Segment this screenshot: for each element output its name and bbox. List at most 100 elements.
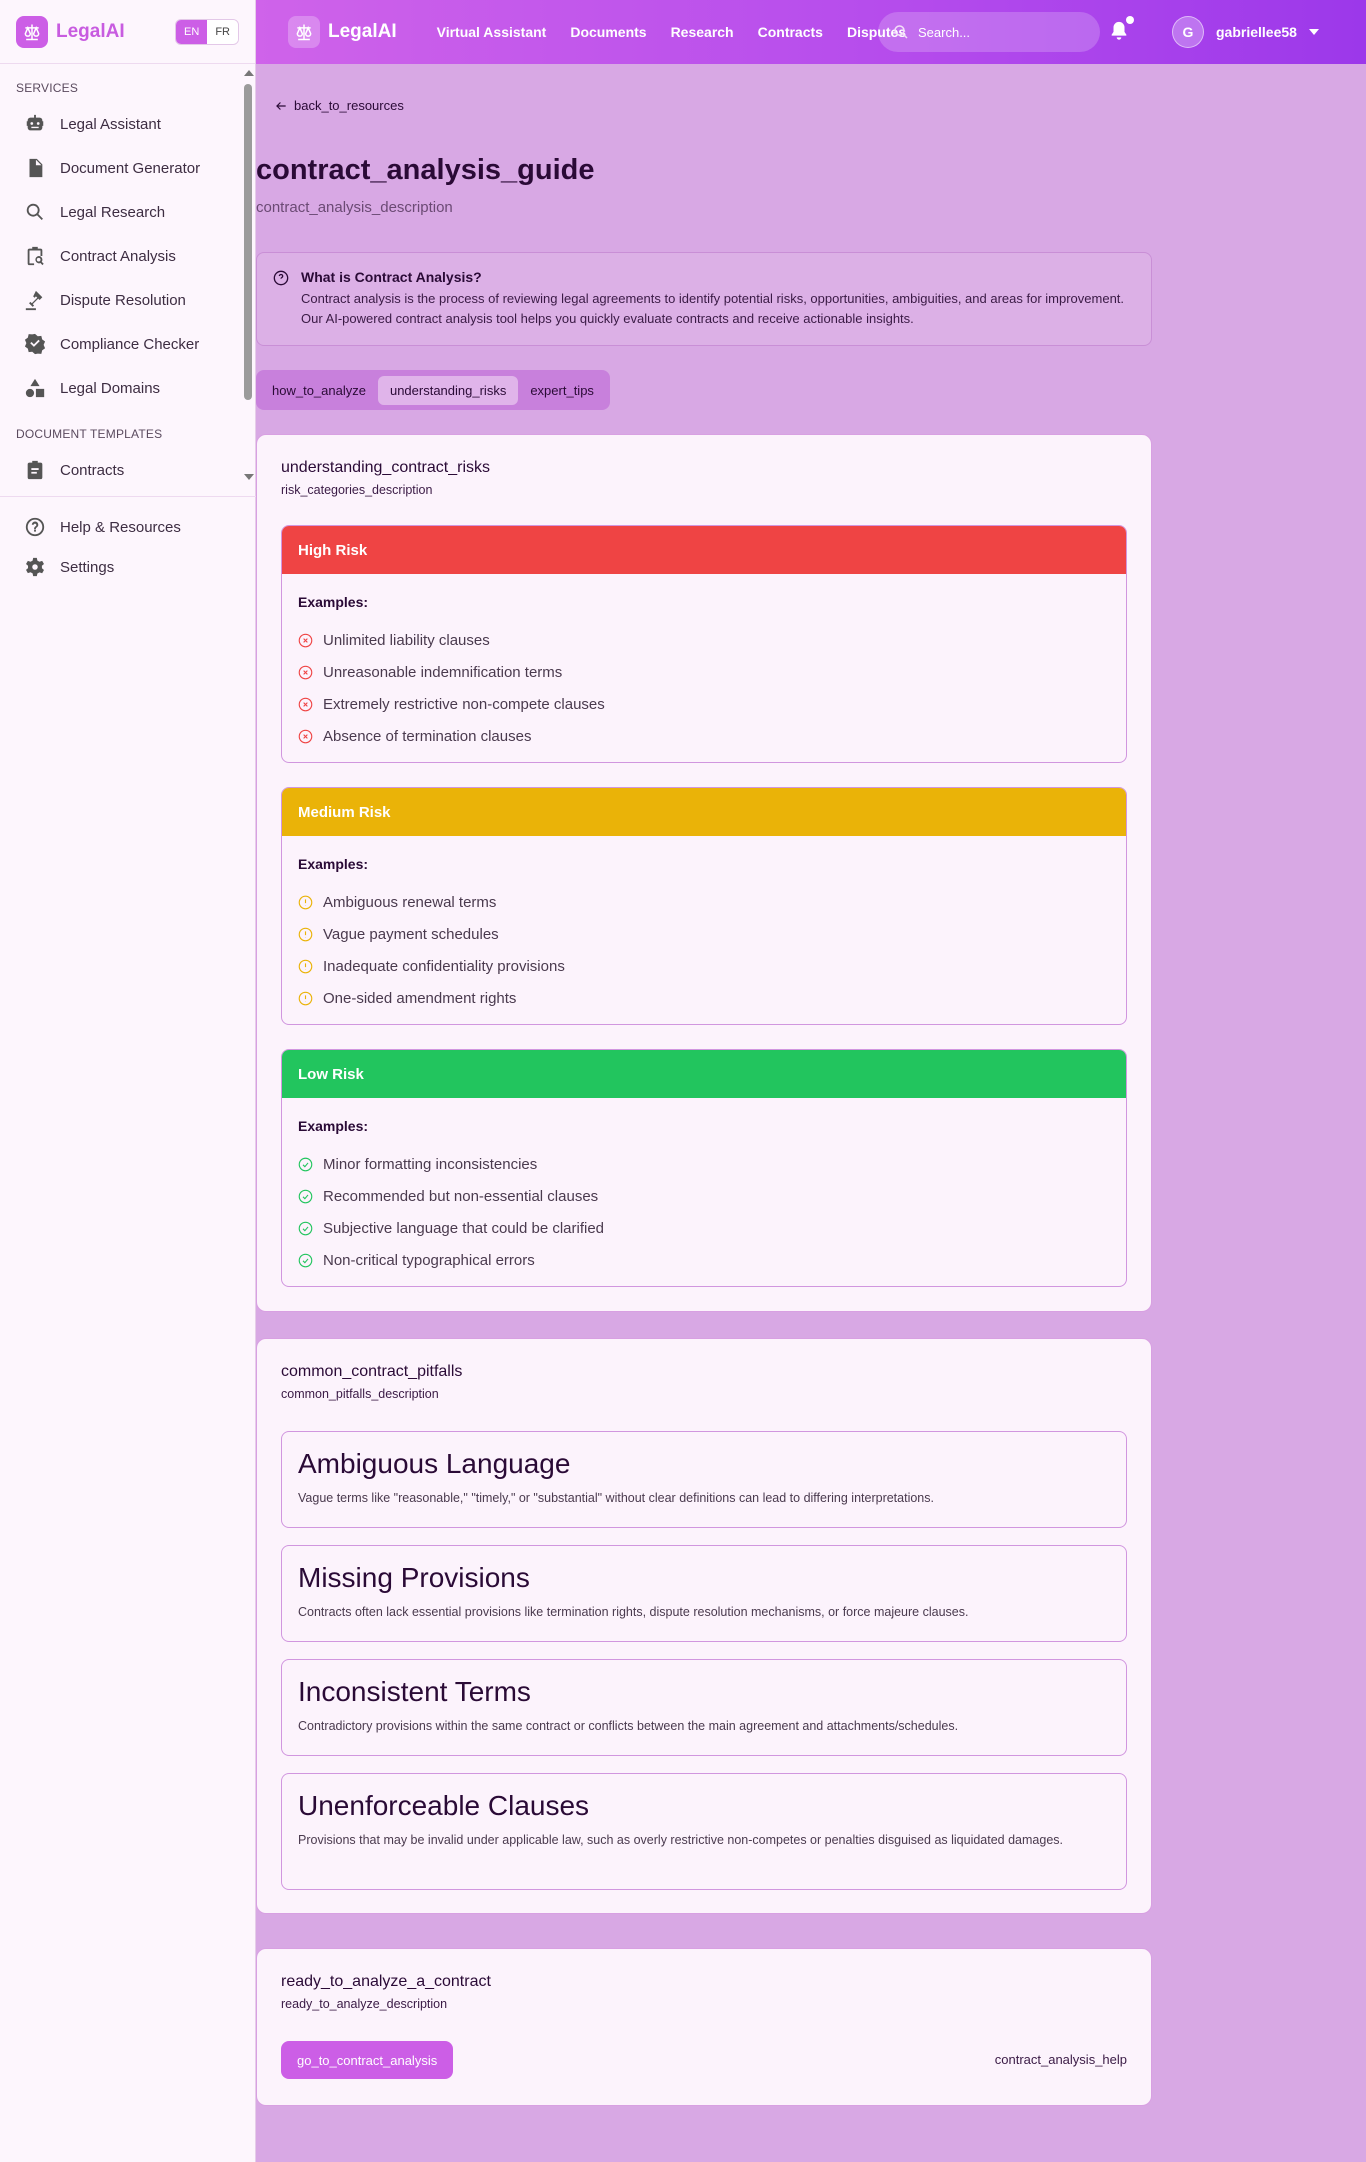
sidebar-item-contract-analysis[interactable]: Contract Analysis [0, 234, 256, 278]
nav-virtual-assistant[interactable]: Virtual Assistant [437, 24, 547, 40]
risk-item-text: Recommended but non-essential clauses [323, 1187, 599, 1205]
risk-level-name: Low Risk [298, 1065, 364, 1083]
go-to-contract-analysis-button[interactable]: go_to_contract_analysis [281, 2041, 454, 2079]
clipboard-icon [27, 460, 43, 480]
sidebar-item-legal-domains[interactable]: Legal Domains [0, 366, 256, 410]
cta-description: ready_to_analyze_description [281, 1997, 448, 2011]
pitfall-text: Contracts often lack essential provision… [298, 1605, 969, 1619]
pitfall-title: Missing Provisions [298, 1562, 530, 1593]
risk-level-header: High Risk [282, 526, 1126, 574]
back-link[interactable]: back_to_resources [274, 98, 404, 113]
risk-level-medium: Medium Risk Examples: Ambiguous renewal … [281, 787, 1127, 1025]
sidebar-item-label: Compliance Checker [60, 335, 200, 353]
scroll-down-arrow-icon[interactable] [244, 474, 254, 480]
alert-circle-icon [298, 959, 313, 973]
sidebar-item-legal-research[interactable]: Legal Research [0, 190, 256, 234]
check-circle-icon [298, 1157, 313, 1171]
guide-tabs: how_to_analyze understanding_risks exper… [256, 370, 610, 410]
risk-level-name: High Risk [298, 541, 368, 559]
nav-research[interactable]: Research [671, 24, 734, 40]
top-navigation-bar: LegalAI Virtual Assistant Documents Rese… [256, 0, 1366, 64]
risks-card: understanding_contract_risks risk_catego… [256, 434, 1152, 1312]
risk-item-text: Minor formatting inconsistencies [323, 1155, 538, 1173]
risk-item-text: Extremely restrictive non-compete clause… [323, 695, 605, 713]
sidebar-brand[interactable]: LegalAI [56, 21, 125, 43]
risk-level-low: Low Risk Examples: Minor formatting inco… [281, 1049, 1127, 1287]
sidebar-item-dispute-resolution[interactable]: Dispute Resolution [0, 278, 256, 322]
notifications-button[interactable] [1108, 16, 1134, 44]
scrollbar-thumb[interactable] [244, 84, 252, 400]
risk-level-body: Examples: Unlimited liability clauses Un… [282, 574, 1126, 752]
tab-expert-tips[interactable]: expert_tips [518, 376, 606, 405]
search-icon [26, 203, 43, 220]
sidebar-item-contracts[interactable]: Contracts [0, 448, 256, 484]
tab-understanding-risks[interactable]: understanding_risks [377, 375, 519, 405]
scroll-up-arrow-icon[interactable] [244, 70, 254, 76]
sidebar-item-legal-assistant[interactable]: Legal Assistant [0, 102, 256, 146]
topbar-logo[interactable]: LegalAI [288, 16, 397, 48]
arrow-left-icon [276, 101, 286, 110]
list-item: Subjective language that could be clarif… [298, 1212, 1110, 1244]
sidebar-item-help[interactable]: Help & Resources [0, 507, 256, 547]
x-circle-icon [298, 633, 313, 647]
cta-card: ready_to_analyze_a_contract ready_to_ana… [256, 1948, 1152, 2106]
tab-how-to-analyze[interactable]: how_to_analyze [260, 376, 378, 405]
list-item: Absence of termination clauses [298, 720, 1110, 752]
examples-label: Examples: [298, 856, 369, 872]
check-circle-icon [298, 1189, 313, 1203]
user-menu[interactable]: G gabriellee58 [1172, 16, 1319, 48]
lang-fr-button[interactable]: FR [207, 19, 238, 44]
page-subtitle: contract_analysis_description [256, 199, 453, 216]
page-title: contract_analysis_guide [256, 154, 595, 186]
pitfall-inconsistent-terms: Inconsistent Terms Contradictory provisi… [281, 1659, 1127, 1756]
pitfall-text: Contradictory provisions within the same… [298, 1719, 959, 1733]
notification-dot [1126, 16, 1134, 24]
list-item: Non-critical typographical errors [298, 1244, 1110, 1276]
info-title: What is Contract Analysis? [301, 269, 482, 285]
search-icon [894, 25, 908, 39]
risk-level-high: High Risk Examples: Unlimited liability … [281, 525, 1127, 763]
chevron-down-icon [1308, 29, 1319, 35]
pitfalls-card: common_contract_pitfalls common_pitfalls… [256, 1338, 1152, 1914]
info-text: Contract analysis is the process of revi… [301, 291, 1125, 326]
risk-level-body: Examples: Minor formatting inconsistenci… [282, 1098, 1126, 1276]
pitfalls-description: common_pitfalls_description [281, 1387, 439, 1401]
username: gabriellee58 [1216, 24, 1297, 40]
pitfall-ambiguous-language: Ambiguous Language Vague terms like "rea… [281, 1431, 1127, 1528]
list-item: One-sided amendment rights [298, 982, 1110, 1014]
nav-contracts[interactable]: Contracts [758, 24, 823, 40]
risk-item-text: Ambiguous renewal terms [323, 893, 497, 911]
search-box [878, 12, 1100, 52]
contract-analysis-help-text: contract_analysis_help [994, 2052, 1127, 2067]
sidebar-item-settings[interactable]: Settings [0, 547, 256, 587]
risks-title: understanding_contract_risks [281, 459, 491, 476]
examples-label: Examples: [298, 594, 369, 610]
sidebar-item-document-generator[interactable]: Document Generator [0, 146, 256, 190]
list-item: Ambiguous renewal terms [298, 886, 1110, 918]
main-nav: Virtual Assistant Documents Research Con… [437, 24, 930, 40]
check-circle-icon [298, 1253, 313, 1267]
list-item: Recommended but non-essential clauses [298, 1180, 1110, 1212]
alert-circle-icon [298, 895, 313, 909]
list-item: Vague payment schedules [298, 918, 1110, 950]
scales-logo-icon [288, 16, 320, 48]
search-input[interactable] [918, 24, 1088, 40]
risk-level-header: Medium Risk [282, 788, 1126, 836]
sidebar-header: LegalAI EN FR [0, 0, 255, 64]
x-circle-icon [298, 697, 313, 711]
sidebar-scrollbar[interactable] [242, 64, 254, 488]
lang-en-button[interactable]: EN [176, 19, 208, 44]
alert-circle-icon [298, 991, 313, 1005]
pitfall-title: Ambiguous Language [298, 1448, 571, 1479]
sidebar-item-label: Document Generator [60, 159, 201, 177]
scales-logo-icon[interactable] [16, 15, 48, 48]
shapes-icon [25, 378, 45, 398]
sidebar-item-label: Contracts [60, 461, 125, 479]
sidebar-item-compliance-checker[interactable]: Compliance Checker [0, 322, 256, 366]
list-item: Inadequate confidentiality provisions [298, 950, 1110, 982]
gavel-icon [25, 290, 43, 311]
sidebar: LegalAI EN FR SERVICES Legal Assistant D… [0, 0, 256, 2162]
risk-item-text: Subjective language that could be clarif… [323, 1219, 605, 1237]
nav-documents[interactable]: Documents [570, 24, 646, 40]
help-circle-icon [273, 270, 289, 286]
